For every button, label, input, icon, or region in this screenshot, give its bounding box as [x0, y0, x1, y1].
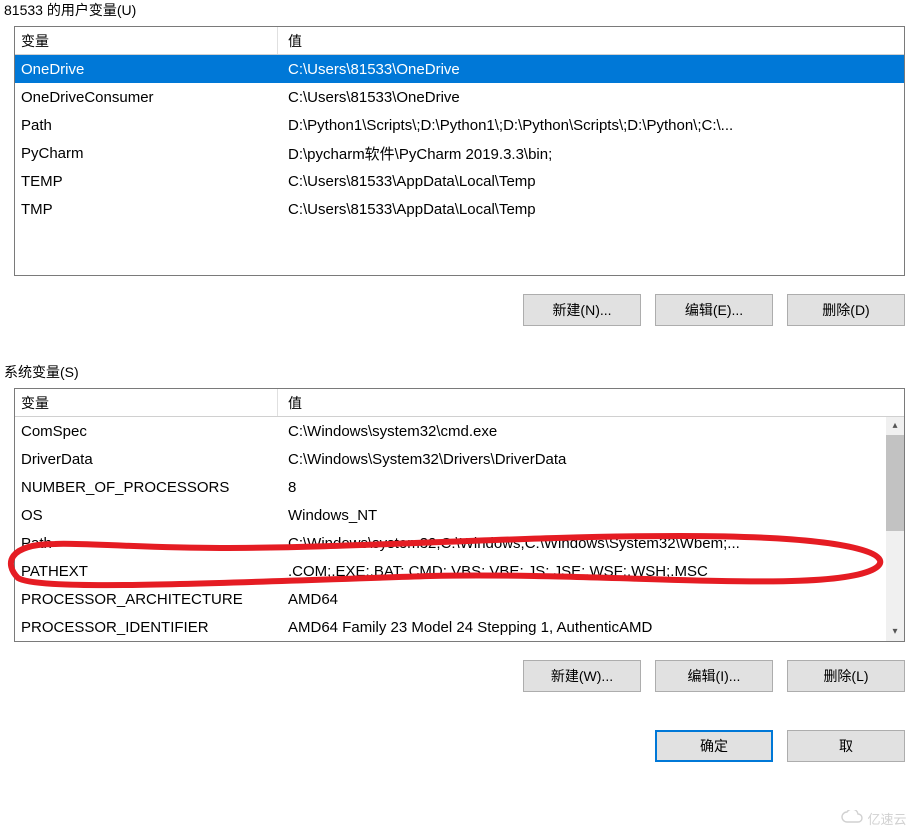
row-value: D:\pycharm软件\PyCharm 2019.3.3\bin; — [278, 143, 904, 164]
row-variable: ComSpec — [15, 423, 278, 440]
dialog-buttons: 确定 取 — [0, 692, 919, 762]
table-row[interactable]: OSWindows_NT — [15, 501, 886, 529]
table-row[interactable]: PROCESSOR_IDENTIFIERAMD64 Family 23 Mode… — [15, 613, 886, 641]
row-variable: PATHEXT — [15, 563, 278, 580]
system-delete-button[interactable]: 删除(L) — [787, 660, 905, 692]
row-variable: Path — [15, 535, 278, 552]
table-row[interactable]: PathC:\Windows\system32;C:\Windows;C:\Wi… — [15, 529, 886, 557]
row-value: C:\Windows\system32;C:\Windows;C:\Window… — [278, 535, 886, 552]
ok-button[interactable]: 确定 — [655, 730, 773, 762]
row-value: C:\Windows\system32\cmd.exe — [278, 423, 886, 440]
watermark: 亿速云 — [829, 803, 919, 833]
user-header-variable[interactable]: 变量 — [15, 27, 278, 54]
row-variable: TEMP — [15, 173, 278, 190]
scroll-down-icon[interactable]: ▾ — [886, 623, 904, 641]
cancel-button[interactable]: 取 — [787, 730, 905, 762]
user-header-value[interactable]: 值 — [278, 27, 904, 54]
user-delete-button[interactable]: 删除(D) — [787, 294, 905, 326]
table-row[interactable]: TMPC:\Users\81533\AppData\Local\Temp — [15, 195, 904, 223]
system-header-value[interactable]: 值 — [278, 389, 904, 416]
table-row[interactable]: PATHEXT.COM;.EXE;.BAT;.CMD;.VBS;.VBE;.JS… — [15, 557, 886, 585]
row-variable: TMP — [15, 201, 278, 218]
row-value: 8 — [278, 479, 886, 496]
system-edit-button[interactable]: 编辑(I)... — [655, 660, 773, 692]
system-vars-buttons: 新建(W)... 编辑(I)... 删除(L) — [0, 642, 919, 692]
row-value: Windows_NT — [278, 507, 886, 524]
user-vars-buttons: 新建(N)... 编辑(E)... 删除(D) — [0, 276, 919, 326]
row-value: C:\Users\81533\OneDrive — [278, 61, 904, 78]
row-value: .COM;.EXE;.BAT;.CMD;.VBS;.VBE;.JS;.JSE;.… — [278, 563, 886, 580]
row-variable: OS — [15, 507, 278, 524]
row-variable: OneDriveConsumer — [15, 89, 278, 106]
table-row[interactable]: TEMPC:\Users\81533\AppData\Local\Temp — [15, 167, 904, 195]
row-variable: OneDrive — [15, 61, 278, 78]
row-variable: PROCESSOR_ARCHITECTURE — [15, 591, 278, 608]
table-row[interactable]: PathD:\Python1\Scripts\;D:\Python1\;D:\P… — [15, 111, 904, 139]
table-row[interactable]: NUMBER_OF_PROCESSORS8 — [15, 473, 886, 501]
scroll-up-icon[interactable]: ▴ — [886, 417, 904, 435]
row-variable: DriverData — [15, 451, 278, 468]
user-edit-button[interactable]: 编辑(E)... — [655, 294, 773, 326]
row-value: C:\Windows\System32\Drivers\DriverData — [278, 451, 886, 468]
table-row[interactable]: PROCESSOR_ARCHITECTUREAMD64 — [15, 585, 886, 613]
row-variable: Path — [15, 117, 278, 134]
user-new-button[interactable]: 新建(N)... — [523, 294, 641, 326]
row-value: C:\Users\81533\OneDrive — [278, 89, 904, 106]
table-row[interactable]: DriverDataC:\Windows\System32\Drivers\Dr… — [15, 445, 886, 473]
scrollbar-thumb[interactable] — [886, 435, 904, 531]
row-value: C:\Users\81533\AppData\Local\Temp — [278, 201, 904, 218]
watermark-text: 亿速云 — [867, 809, 906, 828]
user-vars-label: 81533 的用户变量(U) — [0, 0, 919, 26]
row-variable: PROCESSOR_IDENTIFIER — [15, 619, 278, 636]
table-row[interactable]: OneDriveC:\Users\81533\OneDrive — [15, 55, 904, 83]
system-vars-panel: 变量 值 ComSpecC:\Windows\system32\cmd.exeD… — [14, 388, 905, 642]
user-vars-list[interactable]: OneDriveC:\Users\81533\OneDriveOneDriveC… — [15, 55, 904, 275]
row-variable: NUMBER_OF_PROCESSORS — [15, 479, 278, 496]
user-vars-panel: 变量 值 OneDriveC:\Users\81533\OneDriveOneD… — [14, 26, 905, 276]
system-header-variable[interactable]: 变量 — [15, 389, 278, 416]
row-value: C:\Users\81533\AppData\Local\Temp — [278, 173, 904, 190]
scrollbar-track[interactable]: ▴ ▾ — [886, 417, 904, 641]
row-value: D:\Python1\Scripts\;D:\Python1\;D:\Pytho… — [278, 117, 904, 134]
row-value: AMD64 — [278, 591, 886, 608]
table-row[interactable]: OneDriveConsumerC:\Users\81533\OneDrive — [15, 83, 904, 111]
system-vars-list[interactable]: ComSpecC:\Windows\system32\cmd.exeDriver… — [15, 417, 904, 641]
system-vars-header: 变量 值 — [15, 389, 904, 417]
system-vars-label: 系统变量(S) — [0, 362, 919, 388]
row-value: AMD64 Family 23 Model 24 Stepping 1, Aut… — [278, 619, 886, 636]
table-row[interactable]: ComSpecC:\Windows\system32\cmd.exe — [15, 417, 886, 445]
user-vars-header: 变量 值 — [15, 27, 904, 55]
system-new-button[interactable]: 新建(W)... — [523, 660, 641, 692]
row-variable: PyCharm — [15, 145, 278, 162]
table-row[interactable]: PyCharmD:\pycharm软件\PyCharm 2019.3.3\bin… — [15, 139, 904, 167]
